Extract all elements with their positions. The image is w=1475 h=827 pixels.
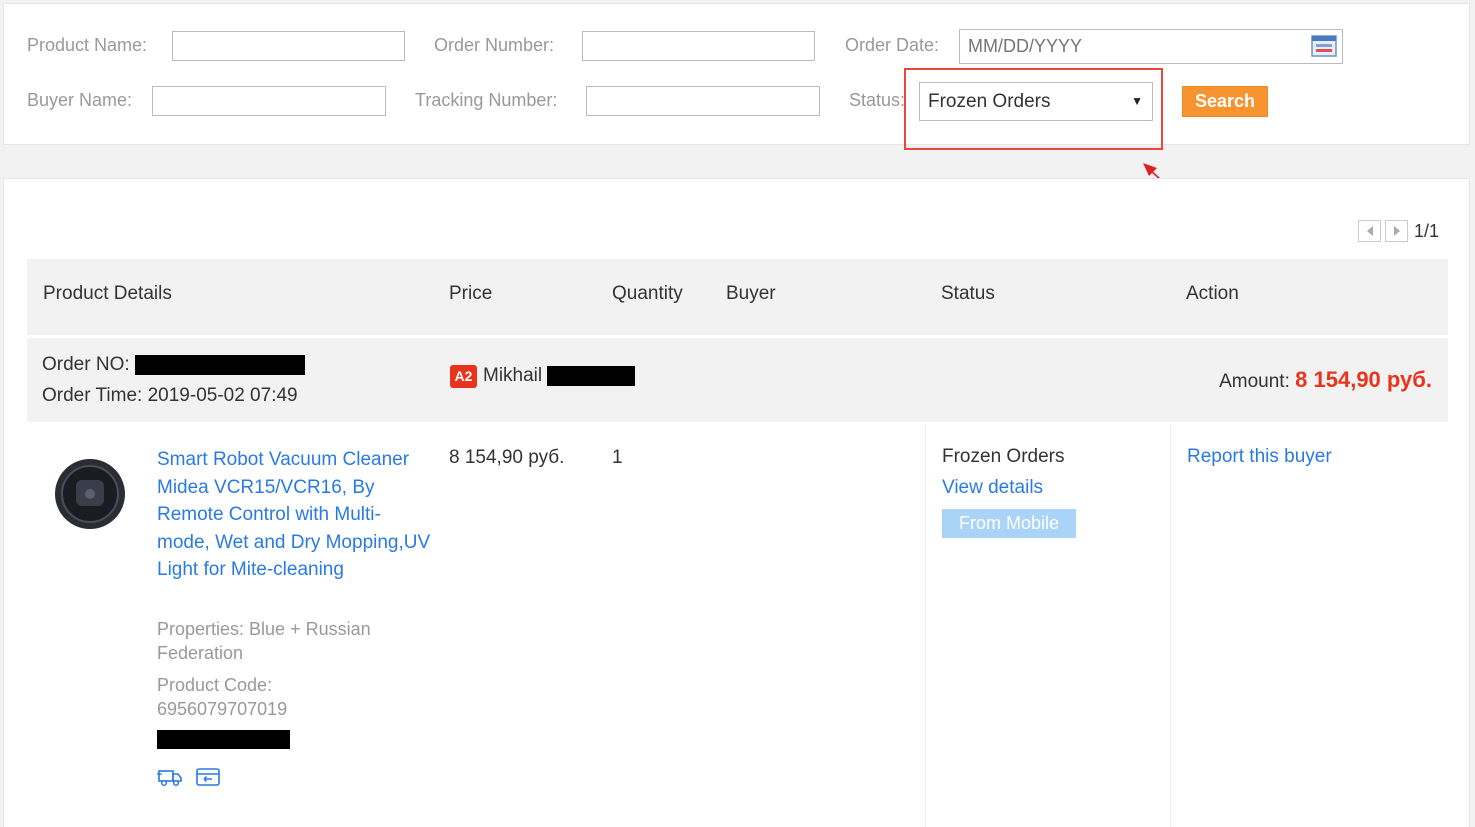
header-buyer: Buyer [726, 283, 776, 304]
report-buyer-link[interactable]: Report this buyer [1187, 445, 1332, 469]
order-amount: Amount: 8 154,90 руб. [1219, 368, 1432, 394]
table-header: Product Details Price Quantity Buyer Sta… [27, 259, 1448, 335]
product-name-label: Product Name: [27, 35, 148, 55]
prev-page-button[interactable] [1358, 220, 1381, 242]
product-code-value: 6956079707019 [157, 699, 288, 719]
order-date-label: Order Date: [845, 35, 940, 55]
redacted-info [157, 730, 290, 749]
column-divider [925, 424, 926, 827]
item-price: 8 154,90 руб. [449, 447, 565, 468]
view-details-link[interactable]: View details [942, 476, 1043, 500]
status-label: Status: [849, 90, 906, 110]
status-select-value: Frozen Orders [928, 91, 1051, 112]
order-no-label: Order NO: [42, 354, 130, 375]
next-page-button[interactable] [1385, 220, 1408, 242]
page-indicator: 1/1 [1414, 220, 1440, 241]
tracking-number-input[interactable] [586, 86, 820, 116]
pagination: 1/1 [1358, 219, 1439, 243]
order-number-label: Order Number: [434, 35, 555, 55]
tracking-number-label: Tracking Number: [415, 90, 558, 110]
from-mobile-badge: From Mobile [942, 509, 1076, 538]
message-card-icon[interactable] [195, 766, 221, 788]
order-time-label: Order Time: [42, 385, 143, 406]
header-product-details: Product Details [43, 283, 172, 304]
header-price: Price [449, 283, 493, 304]
filter-panel [3, 3, 1470, 145]
product-thumbnail[interactable] [54, 458, 126, 530]
buyer-name: Mikhail [483, 365, 543, 386]
dropdown-arrow-icon: ▼ [1131, 94, 1143, 108]
buyer-info: Mikhail [483, 364, 636, 388]
order-number: Order NO: [42, 353, 305, 377]
header-action: Action [1186, 283, 1239, 304]
chevron-left-icon [1366, 226, 1373, 236]
amount-value: 8 154,90 руб. [1295, 367, 1432, 392]
order-date-input[interactable] [959, 29, 1343, 64]
order-number-input[interactable] [582, 31, 815, 61]
order-time: Order Time: 2019-05-02 07:49 [42, 384, 298, 408]
buyer-name-input[interactable] [152, 86, 386, 116]
product-code: Product Code: 6956079707019 [157, 673, 432, 721]
calendar-icon[interactable] [1311, 35, 1337, 57]
header-quantity: Quantity [612, 283, 683, 304]
product-code-label: Product Code: [157, 675, 273, 695]
product-properties: Properties: Blue + Russian Federation [157, 619, 371, 663]
item-status: Frozen Orders [942, 446, 1065, 467]
search-button[interactable]: Search [1182, 86, 1268, 117]
amount-label: Amount: [1219, 371, 1290, 392]
order-time-value: 2019-05-02 07:49 [147, 385, 298, 406]
product-name-input[interactable] [172, 31, 405, 61]
buyer-name-label: Buyer Name: [27, 90, 133, 110]
chevron-right-icon [1393, 226, 1400, 236]
order-item-row: Smart Robot Vacuum Cleaner Midea VCR15/V… [27, 424, 1448, 827]
redacted-order-number [134, 354, 305, 375]
header-status: Status [941, 283, 995, 304]
order-summary-row: Order NO: Order Time: 2019-05-02 07:49 A… [27, 338, 1448, 422]
item-quantity: 1 [612, 447, 623, 468]
shipping-truck-icon[interactable] [157, 766, 183, 788]
buyer-level-badge: A2 [450, 365, 477, 388]
status-select[interactable]: Frozen Orders ▼ [919, 82, 1153, 121]
redacted-buyer-surname [547, 365, 636, 386]
column-divider [1170, 424, 1171, 827]
product-title-link[interactable]: Smart Robot Vacuum Cleaner Midea VCR15/V… [157, 446, 432, 584]
